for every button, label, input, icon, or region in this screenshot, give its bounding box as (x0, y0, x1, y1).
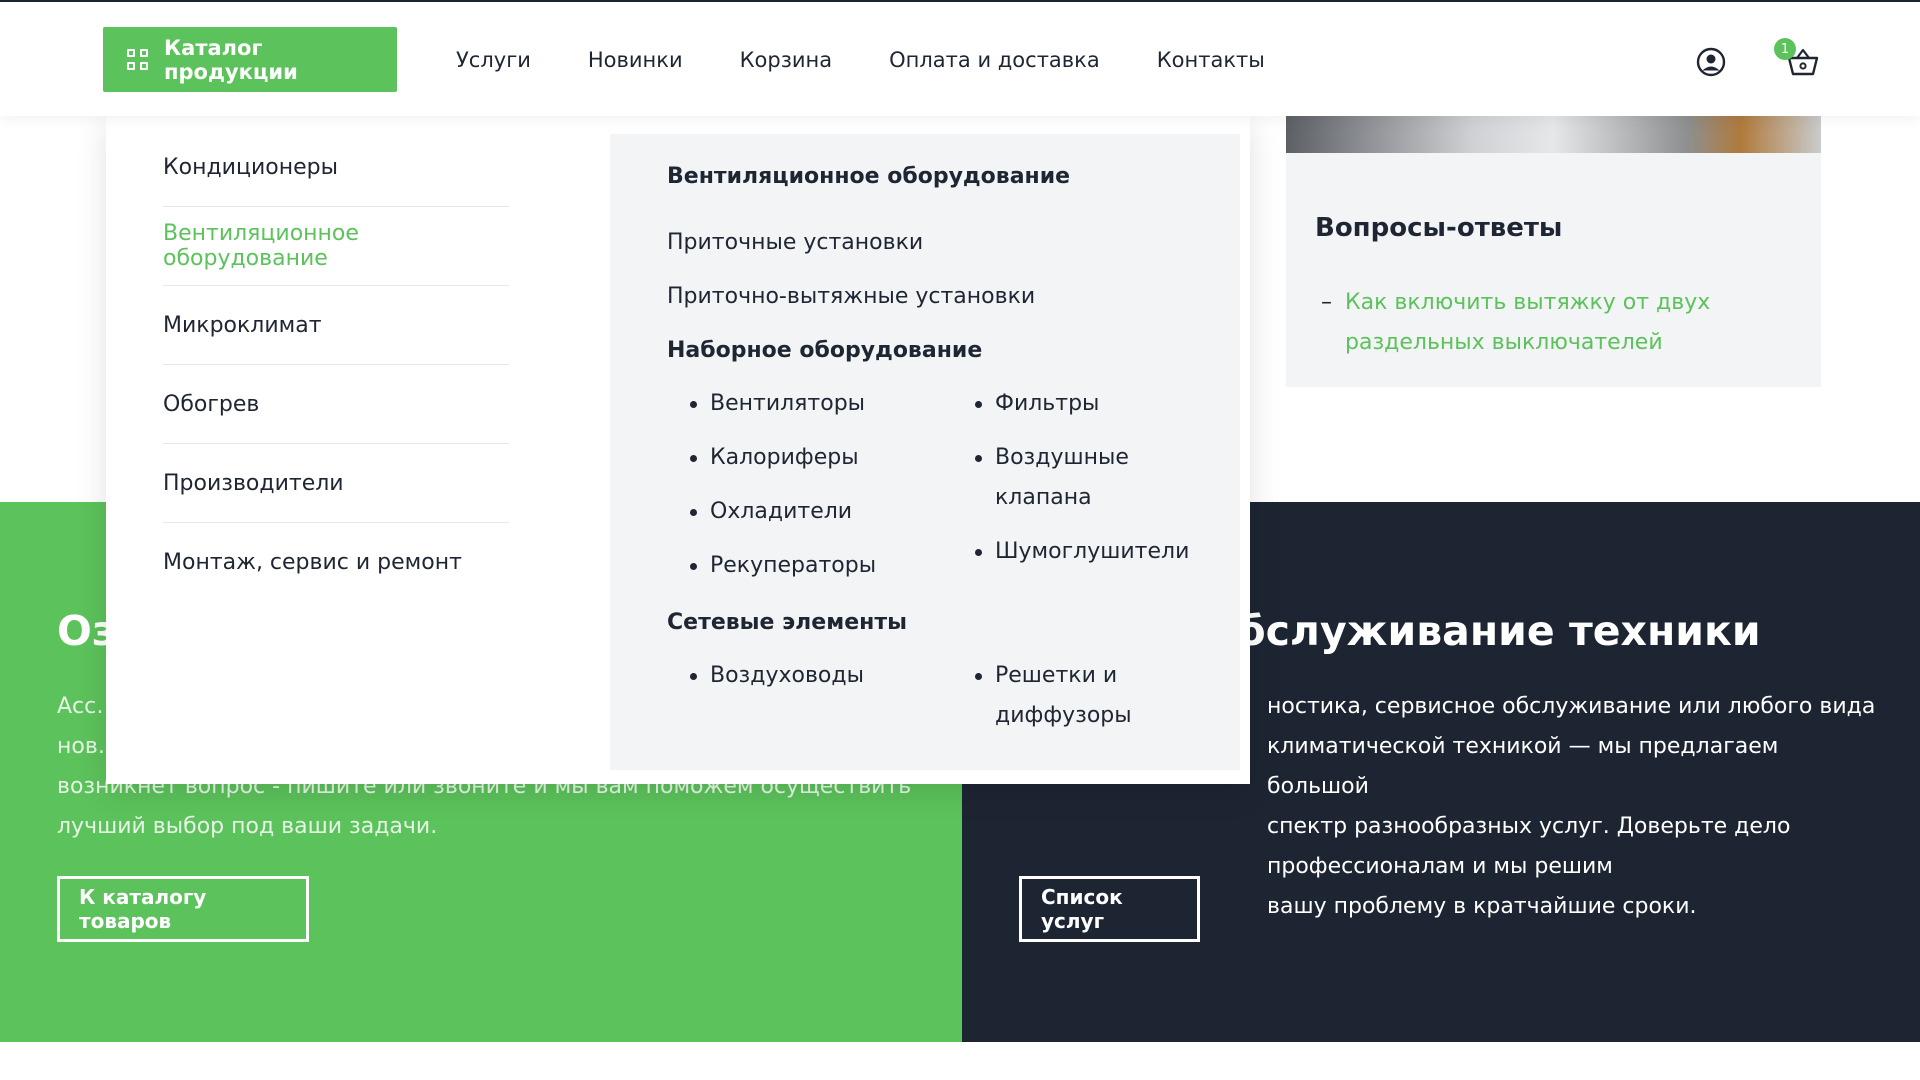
main-nav: Услуги Новинки Корзина Оплата и доставка… (456, 2, 1322, 118)
nav-cart[interactable]: Корзина (740, 48, 833, 72)
category-ventilation[interactable]: Вентиляционное оборудование (163, 207, 509, 286)
to-catalog-button[interactable]: К каталогу товаров (57, 876, 309, 942)
item-coolers[interactable]: Охладители (690, 492, 852, 532)
category-manufacturers[interactable]: Производители (163, 444, 509, 523)
faq-link[interactable]: – Как включить вытяжку от двух раздельны… (1321, 283, 1751, 363)
site-header: Каталог продукции Услуги Новинки Корзина… (0, 0, 1920, 116)
item-filters[interactable]: Фильтры (975, 384, 1099, 424)
subcategory-panel-title[interactable]: Вентиляционное оборудование (667, 164, 1070, 189)
item-fans[interactable]: Вентиляторы (690, 384, 865, 424)
faq-dash: – (1321, 290, 1332, 315)
grid-icon (127, 49, 148, 70)
faq-link-text: Как включить вытяжку от двух раздельных … (1345, 290, 1711, 355)
user-icon[interactable] (1696, 47, 1726, 77)
item-air-valves[interactable]: Воздушные клапана (975, 438, 1165, 518)
nav-contacts[interactable]: Контакты (1157, 48, 1265, 72)
item-heaters[interactable]: Калориферы (690, 438, 859, 478)
category-microclimate[interactable]: Микроклимат (163, 286, 509, 365)
service-banner-title: бслуживание техники (1237, 607, 1761, 655)
category-list: Кондиционеры Вентиляционное оборудование… (163, 128, 509, 602)
subcategory-supply-exhaust-units[interactable]: Приточно-вытяжные установки (667, 284, 1035, 309)
group-network-elements[interactable]: Сетевые элементы (667, 610, 907, 635)
catalog-dropdown: Кондиционеры Вентиляционное оборудование… (106, 116, 1250, 784)
nav-services[interactable]: Услуги (456, 48, 531, 72)
category-heating[interactable]: Обогрев (163, 365, 509, 444)
item-grilles-diffusers[interactable]: Решетки и диффузоры (975, 656, 1165, 736)
nav-new[interactable]: Новинки (588, 48, 683, 72)
faq-photo (1286, 112, 1821, 153)
item-air-ducts[interactable]: Воздуховоды (690, 656, 864, 696)
subcategory-supply-units[interactable]: Приточные установки (667, 230, 923, 255)
group-modular-equipment[interactable]: Наборное оборудование (667, 338, 982, 363)
nav-payment-delivery[interactable]: Оплата и доставка (889, 48, 1100, 72)
catalog-button[interactable]: Каталог продукции (103, 27, 397, 92)
item-silencers[interactable]: Шумоглушители (975, 532, 1189, 572)
services-list-button[interactable]: Список услуг (1019, 876, 1200, 942)
catalog-button-label: Каталог продукции (164, 35, 298, 84)
service-banner-text: ностика, сервисное обслуживание или любо… (1267, 694, 1876, 919)
item-recuperators[interactable]: Рекуператоры (690, 546, 876, 586)
faq-block: Вопросы-ответы – Как включить вытяжку от… (1286, 153, 1821, 387)
category-installation-service[interactable]: Монтаж, сервис и ремонт (163, 523, 509, 602)
subcategory-panel: Вентиляционное оборудование Приточные ус… (610, 134, 1240, 770)
category-air-conditioners[interactable]: Кондиционеры (163, 128, 509, 207)
cart-count-badge: 1 (1774, 38, 1796, 60)
faq-title: Вопросы-ответы (1315, 213, 1563, 243)
